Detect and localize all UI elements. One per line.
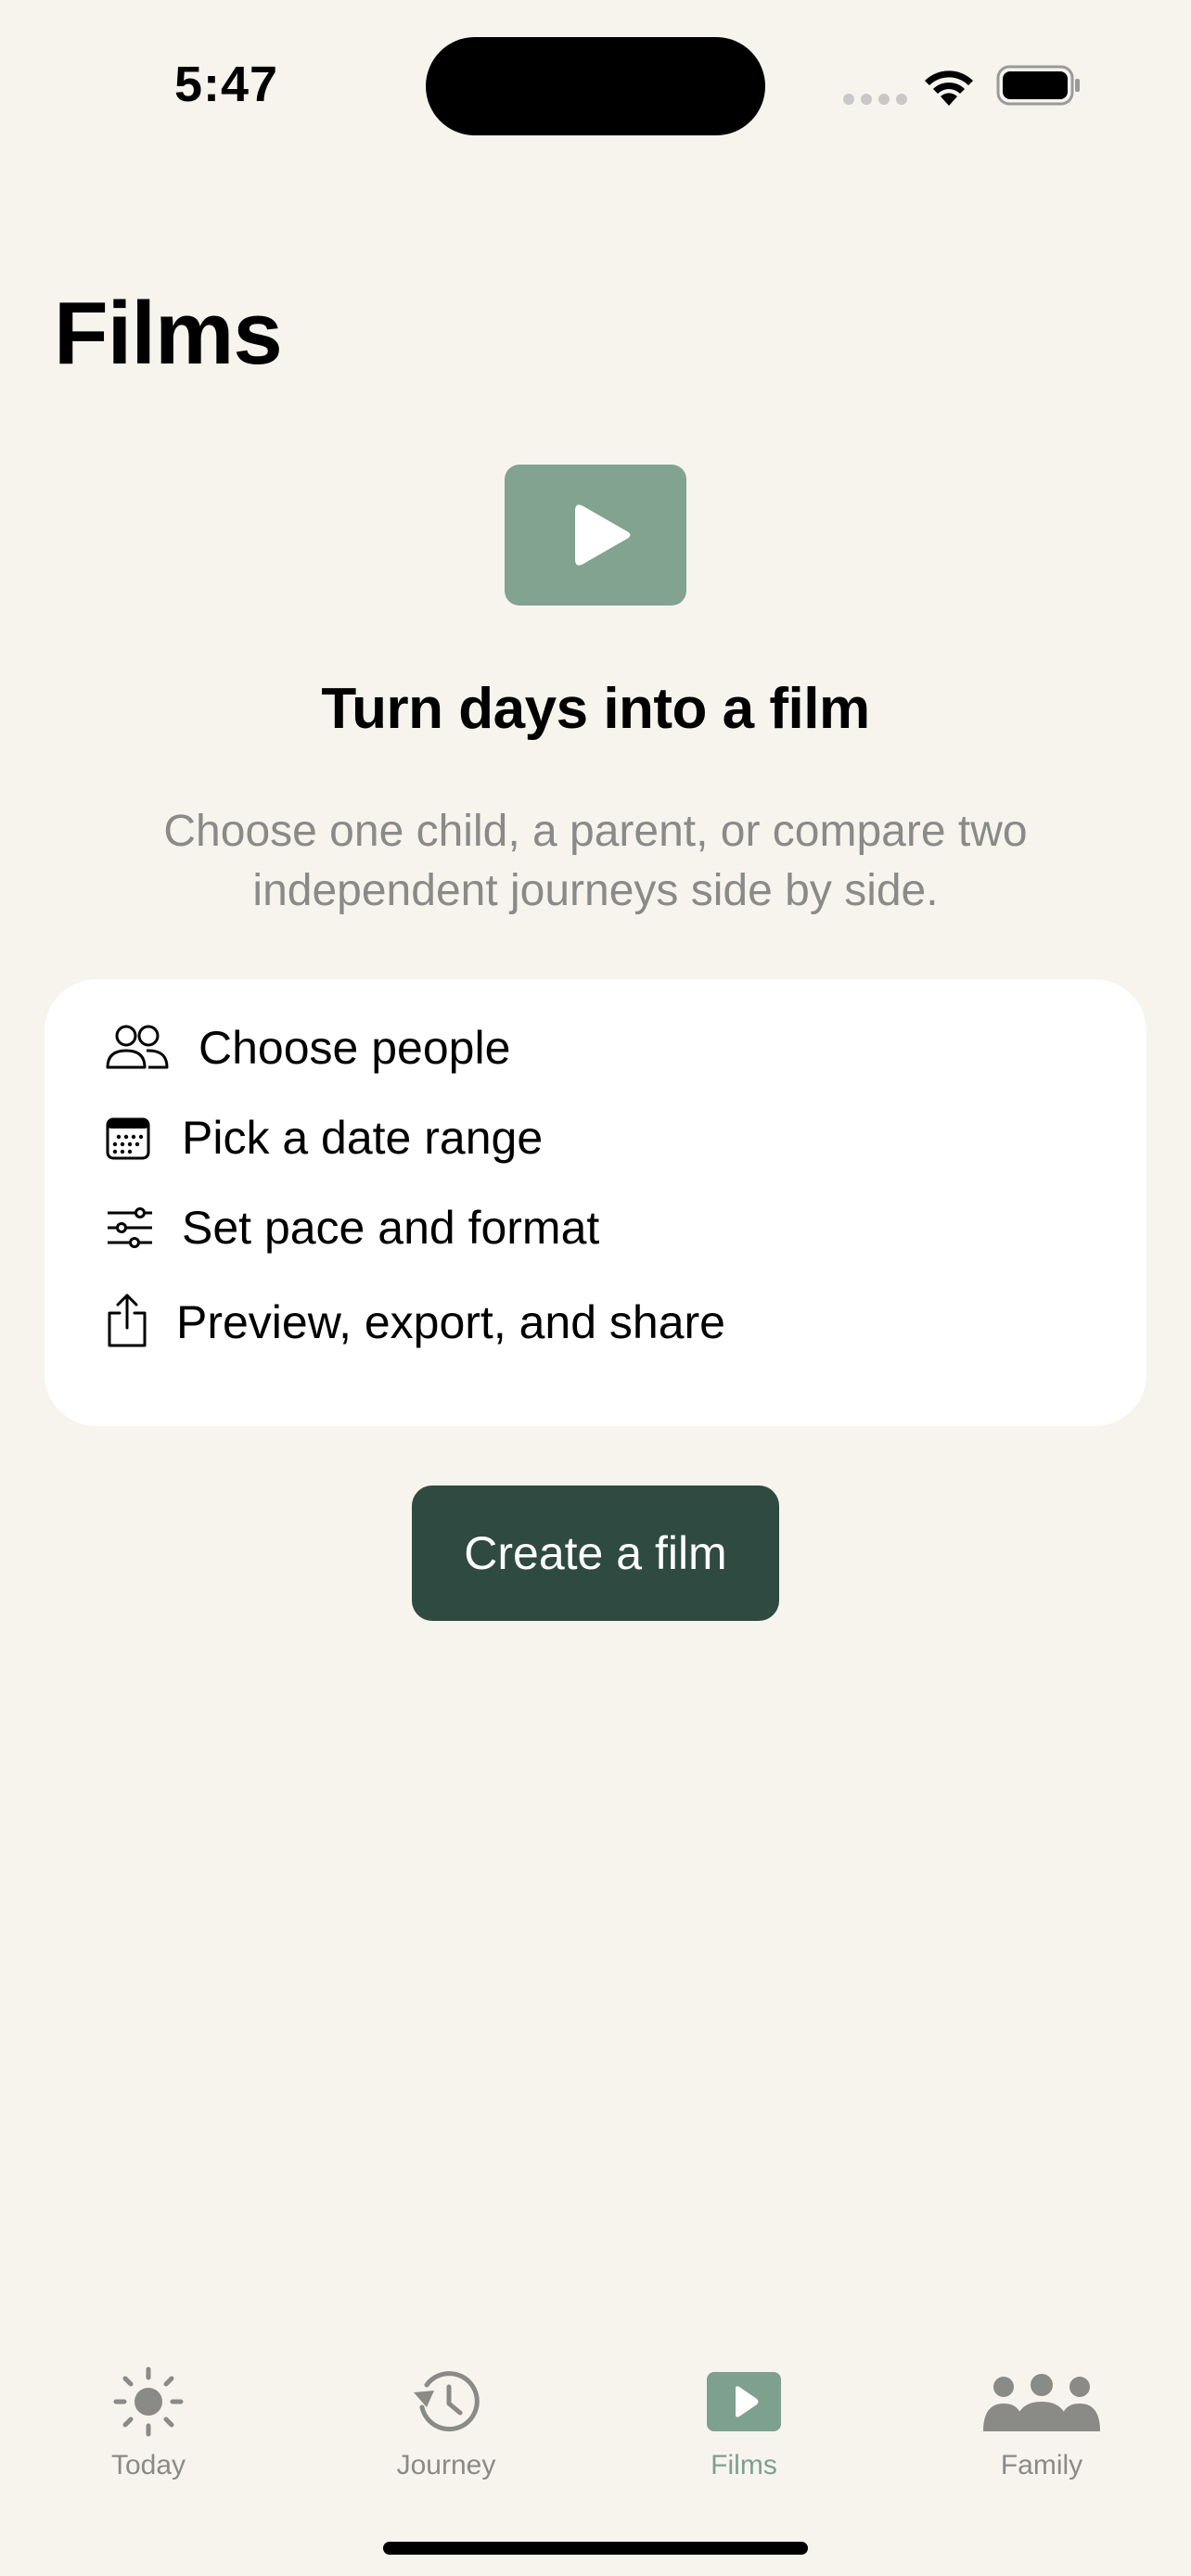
steps-card: Choose people Pick a date range Set pace…	[45, 979, 1146, 1426]
step-label: Choose people	[198, 1022, 511, 1074]
tab-today[interactable]: Today	[37, 2346, 260, 2485]
step-label: Preview, export, and share	[176, 1296, 725, 1348]
play-icon	[707, 2372, 781, 2431]
sun-icon	[113, 2366, 184, 2437]
tab-journey[interactable]: Journey	[335, 2346, 557, 2485]
step-pace-format: Set pace and format	[45, 1191, 1146, 1265]
hero-play-icon	[505, 465, 686, 606]
status-time: 5:47	[174, 57, 279, 112]
step-preview-share: Preview, export, and share	[45, 1285, 1146, 1359]
share-icon	[108, 1294, 147, 1347]
status-bar: 5:47	[0, 0, 1191, 176]
battery-icon	[996, 65, 1080, 106]
tab-label: Family	[1000, 2450, 1083, 2480]
hero-subtitle: Choose one child, a parent, or compare t…	[163, 807, 1028, 915]
tab-label: Today	[110, 2450, 186, 2480]
step-label: Pick a date range	[182, 1112, 544, 1164]
home-indicator[interactable]	[383, 2542, 808, 2555]
step-date-range: Pick a date range	[45, 1101, 1146, 1175]
tab-label: Journey	[396, 2450, 496, 2480]
family-icon	[983, 2374, 1100, 2431]
history-clock-icon	[414, 2371, 480, 2432]
wifi-icon	[925, 70, 973, 106]
dynamic-island	[426, 37, 765, 135]
people-icon	[106, 1025, 169, 1069]
tab-films[interactable]: Films	[633, 2346, 855, 2485]
page-title: Films	[54, 284, 283, 383]
tab-label: Films	[711, 2450, 777, 2480]
step-label: Set pace and format	[182, 1202, 600, 1254]
sliders-icon	[108, 1207, 152, 1248]
signal-dots-icon	[843, 94, 907, 105]
tab-family[interactable]: Family	[930, 2346, 1153, 2485]
step-choose-people: Choose people	[45, 1011, 1146, 1085]
tab-bar: Today Journey Films Family	[0, 2346, 1191, 2531]
create-film-button[interactable]: Create a film	[412, 1486, 779, 1621]
hero-heading: Turn days into a film	[321, 677, 870, 741]
calendar-icon	[106, 1117, 150, 1160]
